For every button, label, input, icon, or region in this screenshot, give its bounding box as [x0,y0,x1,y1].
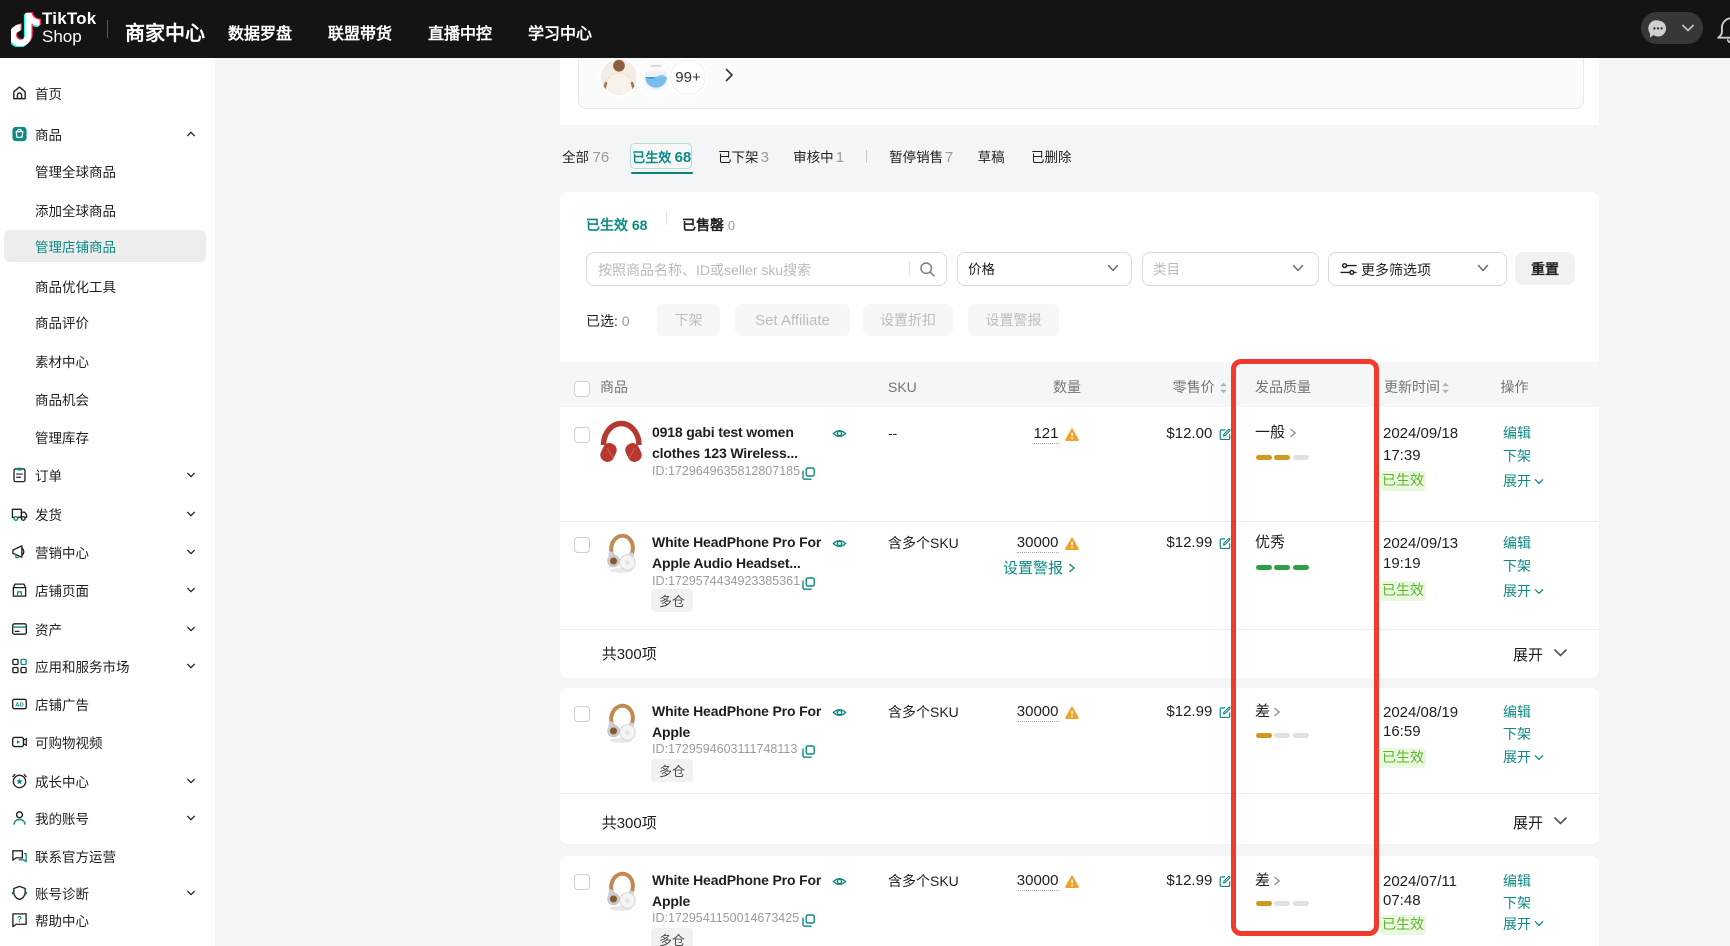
svg-text:AD: AD [15,702,23,708]
svg-text:?: ? [17,914,22,923]
